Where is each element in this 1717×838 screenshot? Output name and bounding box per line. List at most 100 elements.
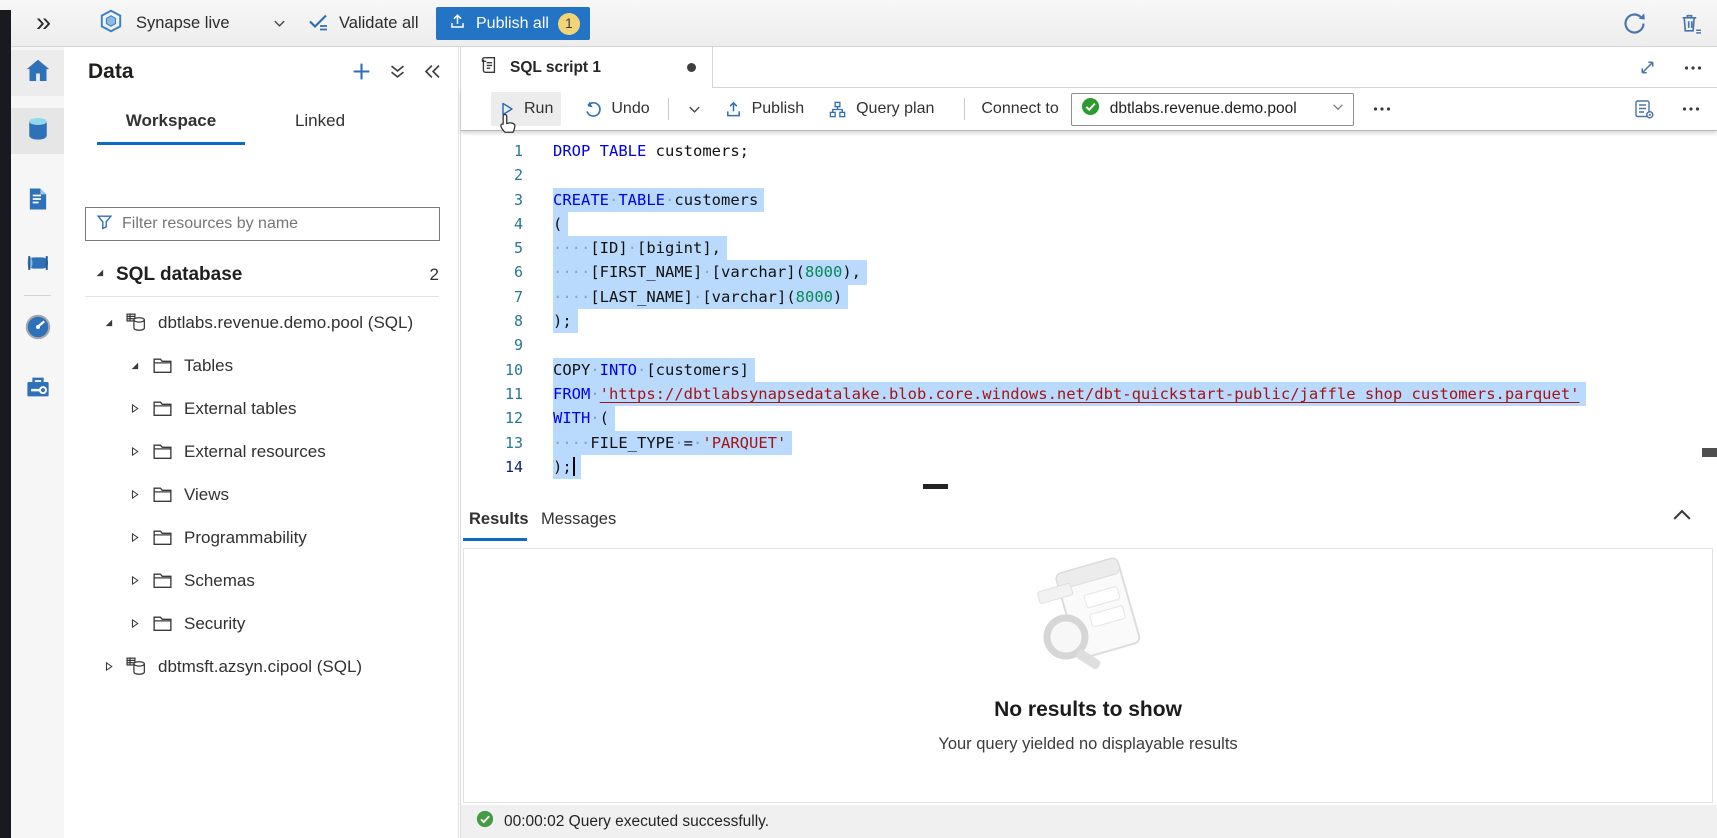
line-number: 9 <box>461 333 523 357</box>
caret-collapsed-icon[interactable] <box>126 531 142 544</box>
tree-item-external-tables[interactable]: External tables <box>64 387 458 430</box>
more-options-icon[interactable] <box>1683 58 1703 78</box>
editor-scrollbar-thumb[interactable] <box>1702 448 1717 457</box>
tree-item-tables[interactable]: Tables <box>64 344 458 387</box>
filter-funnel-icon <box>96 213 113 235</box>
filter-resources-input[interactable] <box>122 215 429 233</box>
query-plan-button[interactable]: Query plan <box>820 92 942 126</box>
collapse-panel-icon[interactable] <box>423 62 442 81</box>
tab-messages[interactable]: Messages <box>541 500 616 538</box>
caret-collapsed-icon[interactable] <box>126 488 142 501</box>
sql-code-editor[interactable]: 1DROP TABLE customers;23CREATE·TABLE·cus… <box>461 130 1717 490</box>
tab-results[interactable]: Results <box>469 500 529 538</box>
unsaved-indicator <box>687 63 696 72</box>
tree-item-label: Security <box>184 614 245 634</box>
caret-collapsed-icon[interactable] <box>126 445 142 458</box>
code-text: ( <box>553 212 568 236</box>
tree-section-sql-database[interactable]: SQL database 2 <box>64 259 458 291</box>
tab-workspace[interactable]: Workspace <box>97 97 245 145</box>
run-label: Run <box>524 100 553 118</box>
rail-item-develop[interactable] <box>11 178 64 224</box>
tree-item-dbtlabs-revenue-demo-pool-sql[interactable]: dbtlabs.revenue.demo.pool (SQL) <box>64 301 458 344</box>
refresh-icon[interactable] <box>1621 10 1648 37</box>
editor-more-icon[interactable] <box>1681 99 1701 119</box>
folder-icon <box>151 569 174 592</box>
code-text: ····[FIRST_NAME]·[varchar](8000), <box>553 260 867 284</box>
code-line-13[interactable]: 13····FILE_TYPE·=·'PARQUET' <box>461 431 1717 455</box>
folder-icon <box>151 440 174 463</box>
text-cursor <box>573 457 575 476</box>
divider <box>85 296 439 297</box>
code-line-6[interactable]: 6····[FIRST_NAME]·[varchar](8000), <box>461 260 1717 284</box>
tab-linked[interactable]: Linked <box>265 97 375 145</box>
line-number: 4 <box>461 212 523 236</box>
tree-item-views[interactable]: Views <box>64 473 458 516</box>
expand-editor-icon[interactable] <box>1638 58 1657 77</box>
publish-button[interactable]: Publish <box>716 92 812 126</box>
code-line-4[interactable]: 4( <box>461 212 1717 236</box>
folder-icon <box>151 483 174 506</box>
branch-selector[interactable]: Synapse live <box>98 0 287 46</box>
code-line-2[interactable]: 2 <box>461 163 1717 187</box>
collapse-all-icon[interactable] <box>388 62 407 81</box>
code-line-5[interactable]: 5····[ID]·[bigint], <box>461 236 1717 260</box>
rail-item-monitor[interactable] <box>11 306 64 352</box>
code-line-10[interactable]: 10COPY·INTO·[customers] <box>461 358 1717 382</box>
code-text: WITH·( <box>553 406 615 430</box>
code-line-14[interactable]: 14); <box>461 455 1717 479</box>
code-line-3[interactable]: 3CREATE·TABLE·customers <box>461 188 1717 212</box>
results-resize-handle[interactable] <box>923 484 948 489</box>
tree-item-external-resources[interactable]: External resources <box>64 430 458 473</box>
run-options-chevron-icon[interactable] <box>679 92 710 126</box>
code-line-7[interactable]: 7····[LAST_NAME]·[varchar](8000) <box>461 285 1717 309</box>
tree-item-label: Tables <box>184 356 233 376</box>
code-line-9[interactable]: 9 <box>461 333 1717 357</box>
data-panel-title: Data <box>88 60 134 84</box>
properties-icon[interactable] <box>1633 98 1655 120</box>
rail-item-integrate[interactable] <box>11 242 64 288</box>
tree-item-label: dbtmsft.azsyn.cipool (SQL) <box>158 657 362 677</box>
code-line-12[interactable]: 12WITH·( <box>461 406 1717 430</box>
validate-all-button[interactable]: Validate all <box>306 0 419 46</box>
code-text: ); <box>553 455 581 479</box>
collapse-results-icon[interactable] <box>1669 502 1695 533</box>
toolbar-more-icon[interactable] <box>1372 99 1392 119</box>
caret-expanded-icon[interactable] <box>100 316 116 329</box>
filter-box <box>85 207 440 241</box>
expand-menu-icon[interactable]: » <box>36 4 51 40</box>
code-line-1[interactable]: 1DROP TABLE customers; <box>461 139 1717 163</box>
tree-item-dbtmsft-azsyn-cipool-sql[interactable]: dbtmsft.azsyn.cipool (SQL) <box>64 645 458 688</box>
discard-all-icon[interactable] <box>1678 11 1703 36</box>
query-plan-label: Query plan <box>856 100 934 118</box>
add-icon[interactable] <box>351 61 372 82</box>
publish-all-button[interactable]: Publish all 1 <box>436 7 590 40</box>
tab-sql-script-1[interactable]: SQL script 1 <box>461 47 713 88</box>
results-content: No results to show Your query yielded no… <box>463 548 1713 803</box>
caret-collapsed-icon[interactable] <box>126 402 142 415</box>
script-icon <box>477 54 499 81</box>
rail-item-manage[interactable] <box>11 366 64 412</box>
tree-item-programmability[interactable]: Programmability <box>64 516 458 559</box>
connect-to-label: Connect to <box>981 100 1058 118</box>
caret-collapsed-icon[interactable] <box>126 617 142 630</box>
caret-collapsed-icon[interactable] <box>126 574 142 587</box>
code-text: COPY·INTO·[customers] <box>553 358 755 382</box>
chevron-down-icon <box>272 16 287 31</box>
tree-item-schemas[interactable]: Schemas <box>64 559 458 602</box>
validate-icon <box>306 9 330 38</box>
active-tab-underline <box>463 538 527 541</box>
monitor-icon <box>23 312 53 347</box>
tree-item-security[interactable]: Security <box>64 602 458 645</box>
caret-collapsed-icon[interactable] <box>100 660 116 673</box>
caret-expanded-icon[interactable] <box>126 359 142 372</box>
run-button[interactable]: Run <box>491 92 561 126</box>
code-line-11[interactable]: 11FROM·'https://dbtlabsynapsedatalake.bl… <box>461 382 1717 406</box>
undo-button[interactable]: Undo <box>575 92 657 126</box>
code-line-8[interactable]: 8); <box>461 309 1717 333</box>
rail-item-home[interactable] <box>11 50 64 96</box>
tree-item-label: External resources <box>184 442 326 462</box>
rail-item-data[interactable] <box>11 108 64 154</box>
undo-label: Undo <box>611 100 649 118</box>
line-number: 7 <box>461 285 523 309</box>
pool-selector-dropdown[interactable]: dbtlabs.revenue.demo.pool <box>1071 93 1354 126</box>
